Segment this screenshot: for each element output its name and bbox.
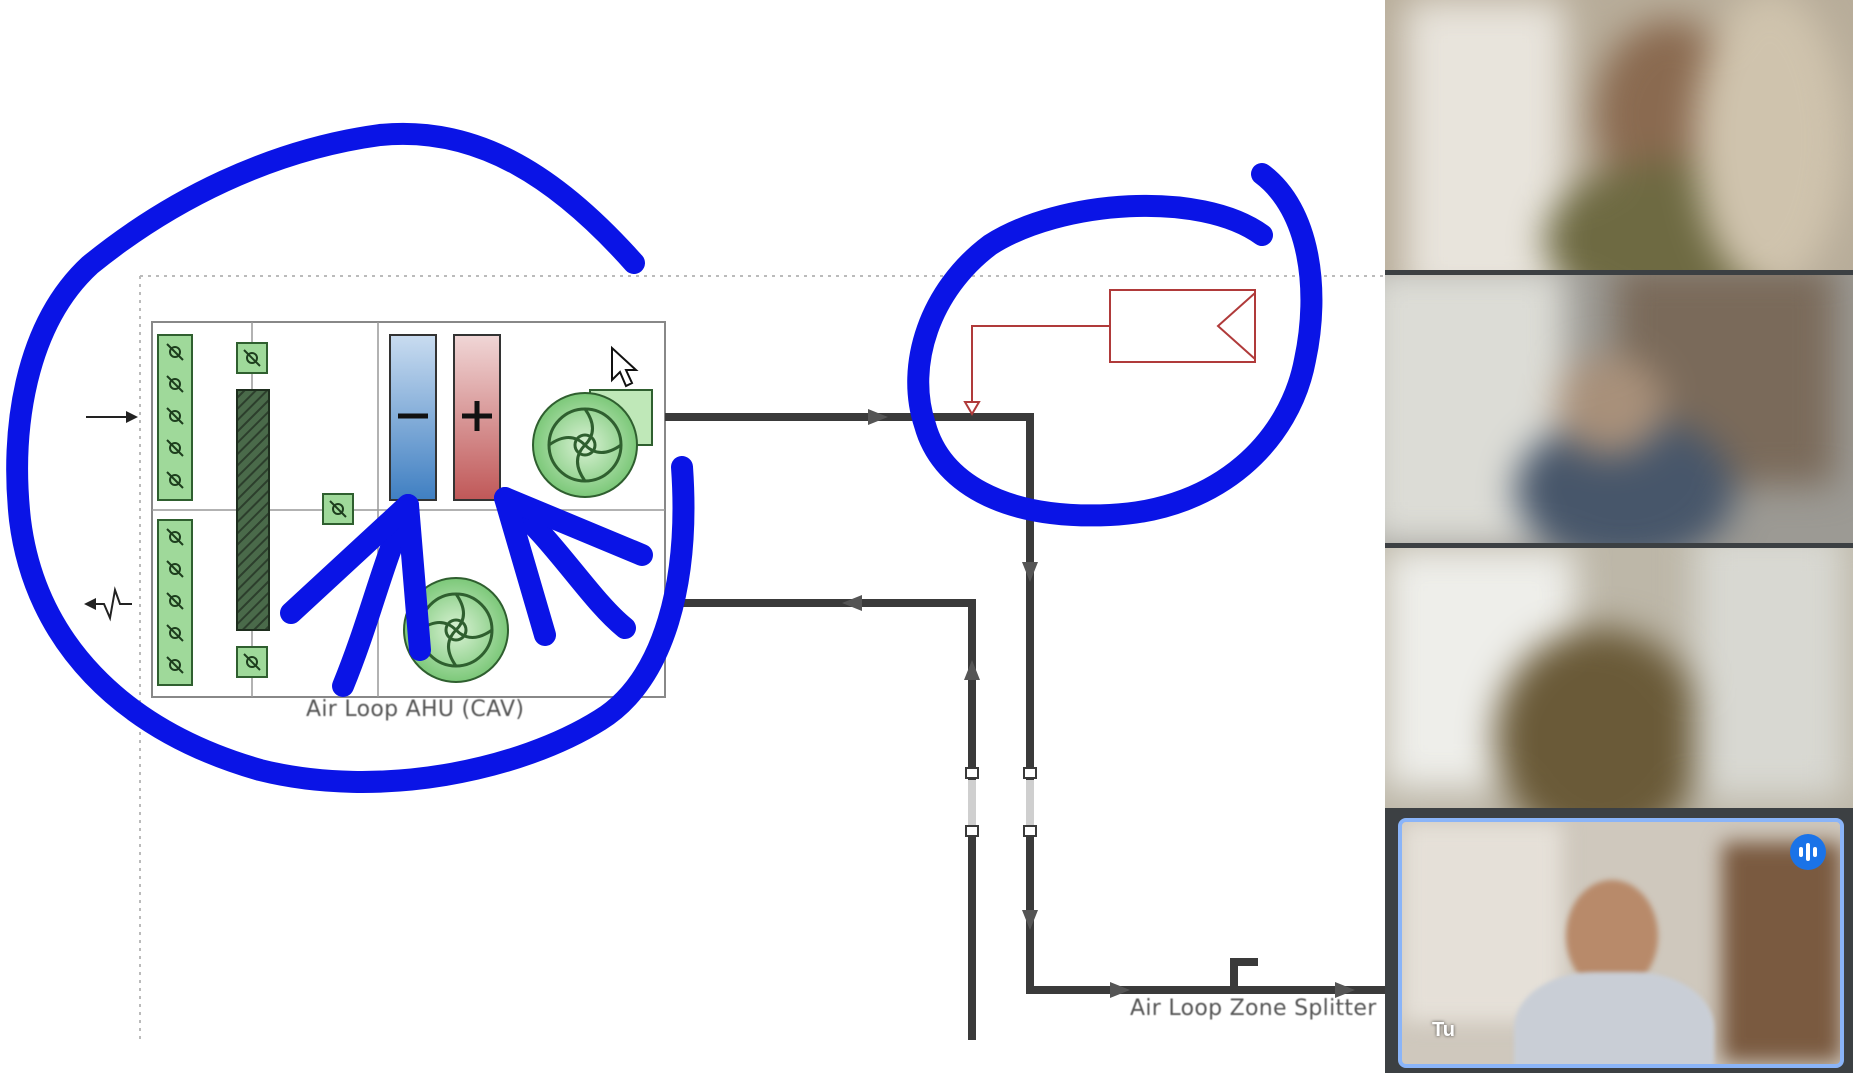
zone-splitter-label: Air Loop Zone Splitter bbox=[1130, 996, 1377, 1021]
participant-tile-3[interactable] bbox=[1385, 548, 1853, 808]
participant-video-1 bbox=[1385, 0, 1853, 270]
heat-recovery-exchanger[interactable] bbox=[236, 389, 270, 631]
participant-tile-2[interactable] bbox=[1385, 275, 1853, 543]
relief-air-damper[interactable] bbox=[157, 519, 193, 686]
hvac-diagram-svg bbox=[6, 122, 1385, 1040]
ahu-label: Air Loop AHU (CAV) bbox=[306, 697, 525, 722]
participant-video-3 bbox=[1385, 548, 1853, 808]
duct-breaks bbox=[968, 780, 1034, 825]
heating-coil[interactable] bbox=[453, 334, 501, 501]
exhaust-air-outlet-arrow bbox=[84, 586, 132, 622]
self-name-label: Tu bbox=[1432, 1019, 1455, 1041]
speaking-indicator-icon bbox=[1790, 834, 1826, 870]
self-view-tile[interactable]: Tu bbox=[1398, 818, 1844, 1068]
participant-video-2 bbox=[1385, 275, 1853, 543]
exchanger-damper-top bbox=[236, 342, 268, 374]
setpoint-manager[interactable] bbox=[963, 289, 1256, 416]
hvac-diagram-canvas[interactable]: Air Loop AHU (CAV) Air Loop Zone Splitte… bbox=[0, 0, 1385, 1073]
self-shirt bbox=[1514, 972, 1714, 1064]
duct-flow-arrows bbox=[842, 409, 1355, 998]
mixing-damper bbox=[322, 493, 354, 525]
exchanger-damper-bottom bbox=[236, 646, 268, 678]
cooling-coil[interactable] bbox=[389, 334, 437, 501]
outdoor-air-damper[interactable] bbox=[157, 334, 193, 501]
participant-tile-1[interactable] bbox=[1385, 0, 1853, 270]
outdoor-air-inlet-arrow bbox=[86, 411, 138, 423]
video-call-panel: Tu bbox=[1385, 0, 1853, 1073]
zone-splitter-node[interactable] bbox=[1230, 958, 1258, 990]
